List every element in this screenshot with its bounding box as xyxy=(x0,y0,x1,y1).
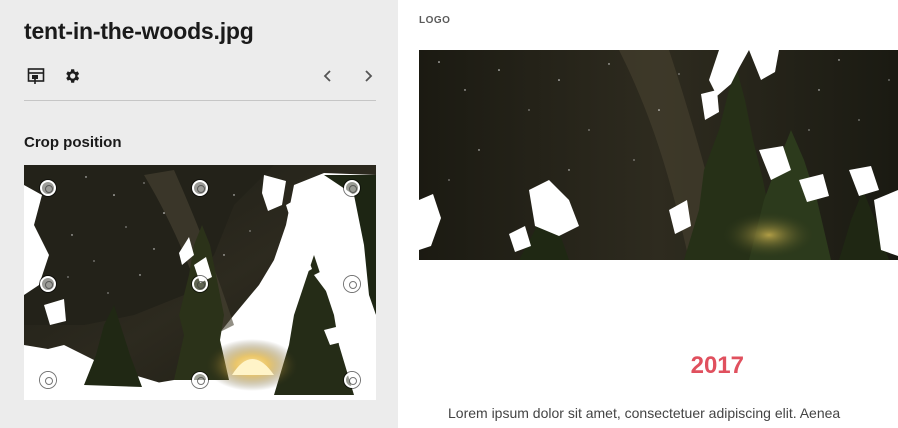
crop-handle-top-center[interactable] xyxy=(192,180,208,196)
hero-image xyxy=(419,50,898,260)
next-image-button[interactable] xyxy=(356,64,380,88)
toolbar-divider xyxy=(24,100,376,101)
preview-body-text: Lorem ipsum dolor sit amet, consectetuer… xyxy=(448,405,841,421)
site-logo: LOGO xyxy=(419,15,451,26)
crop-layout-icon xyxy=(27,68,45,84)
chevron-left-icon xyxy=(323,70,331,82)
page-preview: LOGO 2017 Lorem ipsum dolor sit amet, co… xyxy=(398,0,898,428)
crop-handle-top-left[interactable] xyxy=(40,180,56,196)
crop-handle-middle-right[interactable] xyxy=(344,276,360,292)
crop-handle-middle-left[interactable] xyxy=(40,276,56,292)
crop-handle-top-right[interactable] xyxy=(344,180,360,196)
chevron-right-icon xyxy=(365,70,373,82)
year-heading: 2017 xyxy=(690,352,744,379)
crop-handle-center[interactable] xyxy=(192,276,208,292)
previous-image-button[interactable] xyxy=(316,64,340,88)
gear-icon xyxy=(66,69,80,83)
settings-button[interactable] xyxy=(60,64,84,88)
crop-position-heading: Crop position xyxy=(24,134,122,151)
image-filename: tent-in-the-woods.jpg xyxy=(24,18,254,44)
crop-layout-button[interactable] xyxy=(24,64,48,88)
image-toolbar xyxy=(24,64,376,88)
hero-photo xyxy=(419,50,898,260)
